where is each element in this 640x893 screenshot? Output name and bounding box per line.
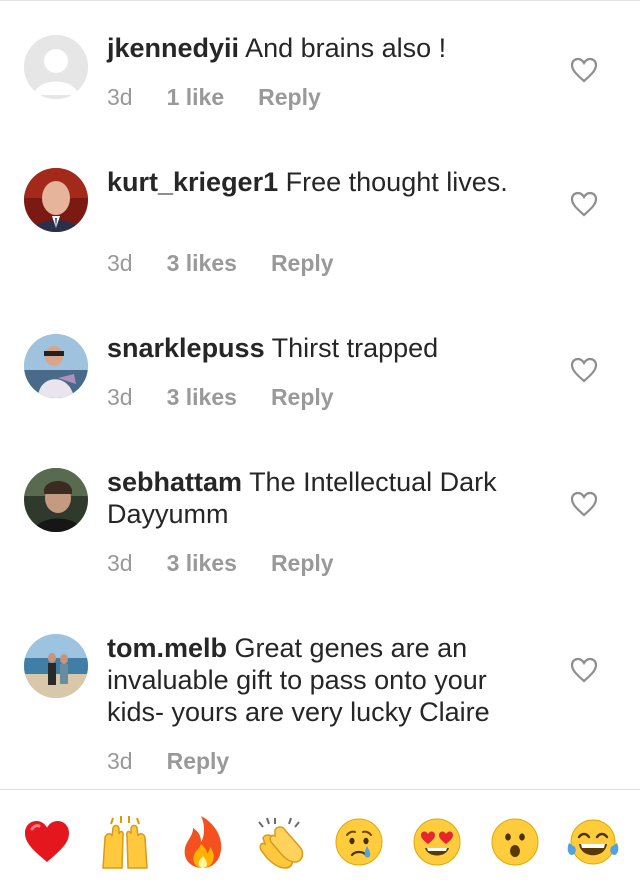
heart-eyes-emoji-icon[interactable]: [407, 812, 467, 872]
fire-emoji-icon[interactable]: [173, 812, 233, 872]
tears-of-joy-emoji-icon[interactable]: [563, 812, 623, 872]
comment-meta: 3d 3 likes Reply: [107, 550, 334, 577]
comment-time: 3d: [107, 384, 133, 410]
comment-body: Thirst trapped: [271, 333, 439, 363]
avatar[interactable]: [24, 35, 88, 99]
comment-username[interactable]: kurt_krieger1: [107, 167, 278, 197]
avatar[interactable]: [24, 468, 88, 532]
comment-username[interactable]: sebhattam: [107, 467, 242, 497]
comment-meta: 3d 1 like Reply: [107, 84, 321, 111]
comment-body: Free thought lives.: [285, 167, 508, 197]
comment-time: 3d: [107, 550, 133, 576]
comment-username[interactable]: snarklepuss: [107, 333, 265, 363]
comment-meta: 3d Reply: [107, 748, 229, 775]
comment-likes[interactable]: 1 like: [167, 84, 225, 111]
crying-face-emoji-icon[interactable]: [329, 812, 389, 872]
comment-text: tom.melb Great genes are an invaluable g…: [107, 632, 547, 728]
avatar[interactable]: [24, 634, 88, 698]
heart-icon[interactable]: [570, 191, 598, 217]
heart-icon[interactable]: [570, 657, 598, 683]
comment-text: snarklepuss Thirst trapped: [107, 332, 547, 364]
red-heart-emoji-icon[interactable]: [17, 812, 77, 872]
comment-text: kurt_krieger1 Free thought lives.: [107, 166, 547, 198]
comment-username[interactable]: jkennedyii: [107, 33, 239, 63]
top-divider: [0, 0, 640, 1]
comment-likes[interactable]: 3 likes: [167, 250, 237, 277]
comment-body: And brains also !: [245, 33, 447, 63]
reply-button[interactable]: Reply: [271, 250, 334, 277]
comment-text: jkennedyii And brains also !: [107, 32, 547, 64]
reply-button[interactable]: Reply: [271, 384, 334, 411]
heart-icon[interactable]: [570, 357, 598, 383]
comment-meta: 3d 3 likes Reply: [107, 384, 334, 411]
heart-icon[interactable]: [570, 57, 598, 83]
reply-button[interactable]: Reply: [271, 550, 334, 577]
raising-hands-emoji-icon[interactable]: [95, 812, 155, 872]
emoji-bar: [0, 790, 640, 893]
comment-username[interactable]: tom.melb: [107, 633, 227, 663]
comment-time: 3d: [107, 748, 133, 774]
comment-text: sebhattam The Intellectual Dark Dayyumm: [107, 466, 547, 530]
comment-time: 3d: [107, 250, 133, 276]
reply-button[interactable]: Reply: [167, 748, 230, 775]
comment-likes[interactable]: 3 likes: [167, 384, 237, 411]
heart-icon[interactable]: [570, 491, 598, 517]
reply-button[interactable]: Reply: [258, 84, 321, 111]
avatar[interactable]: [24, 334, 88, 398]
comment-likes[interactable]: 3 likes: [167, 550, 237, 577]
clapping-hands-emoji-icon[interactable]: [251, 812, 311, 872]
surprised-face-emoji-icon[interactable]: [485, 812, 545, 872]
comment-time: 3d: [107, 84, 133, 110]
comment-meta: 3d 3 likes Reply: [107, 250, 334, 277]
avatar[interactable]: [24, 168, 88, 232]
